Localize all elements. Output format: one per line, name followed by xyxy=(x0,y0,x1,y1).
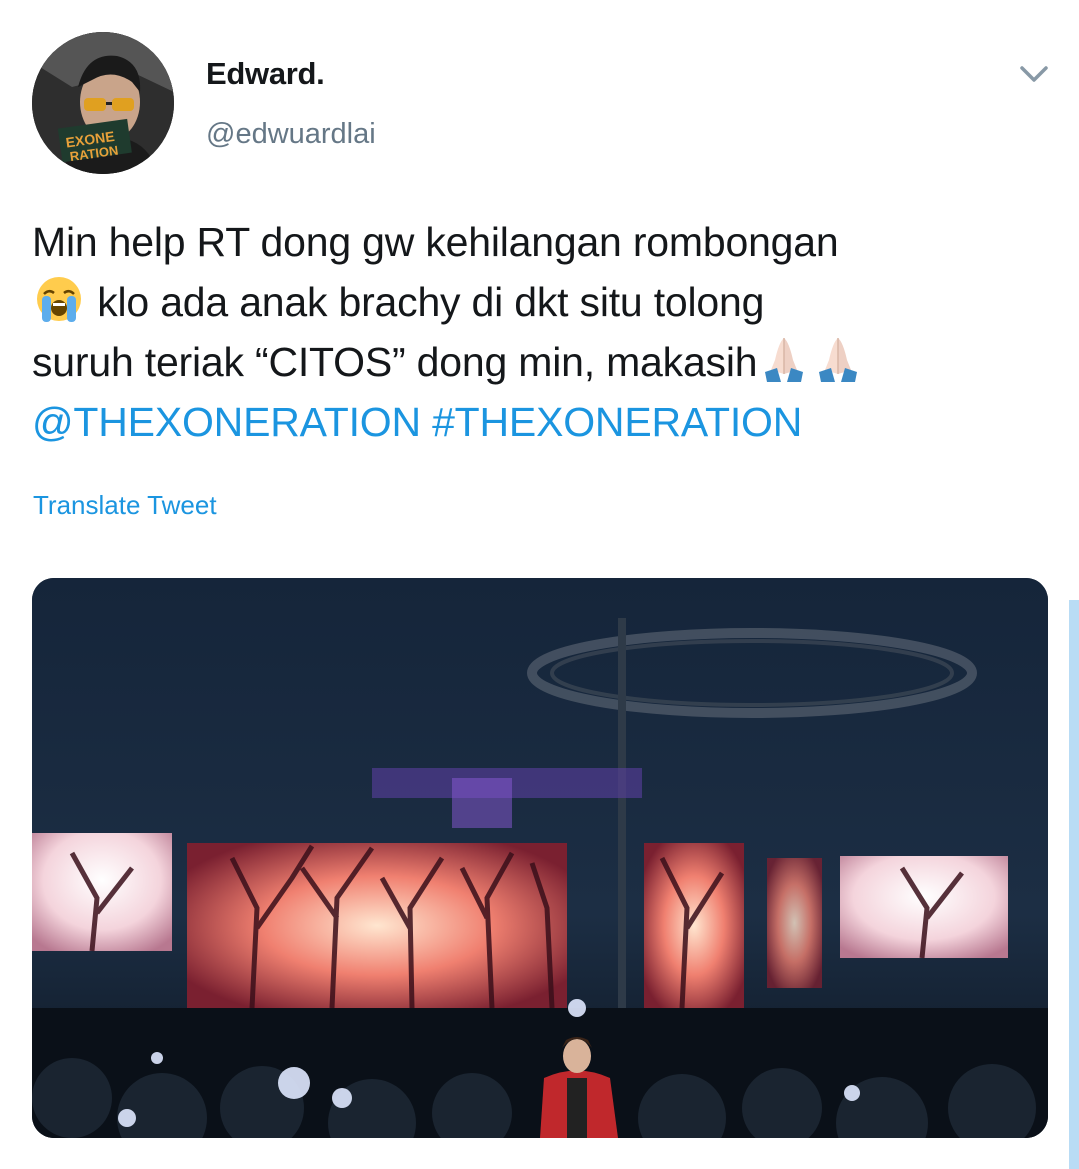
profile-photo-icon: EXONE RATION xyxy=(32,32,174,174)
concert-stage-photo-icon xyxy=(32,578,1048,1138)
author-display-name[interactable]: Edward. xyxy=(206,56,325,92)
avatar[interactable]: EXONE RATION xyxy=(32,32,174,174)
tweet-text-line-2: klo ada anak brachy di dkt situ tolong xyxy=(32,272,1032,332)
tweet-media-photo[interactable] xyxy=(32,578,1048,1138)
folded-hands-emoji-icon xyxy=(757,334,811,384)
tweet-text-line-3: suruh teriak “CITOS” dong min, makasih xyxy=(32,332,1032,392)
translate-tweet-link[interactable]: Translate Tweet xyxy=(33,490,217,521)
mention-link[interactable]: @THEXONERATION xyxy=(32,399,421,445)
tweet-text-line-1: Min help RT dong gw kehilangan rombongan xyxy=(32,219,839,265)
loudly-crying-face-emoji-icon xyxy=(32,274,86,324)
chevron-down-icon xyxy=(1020,66,1048,82)
author-handle[interactable]: @edwuardlai xyxy=(206,118,376,151)
folded-hands-emoji-icon xyxy=(811,334,865,384)
tweet-text-line-3-text: suruh teriak “CITOS” dong min, makasih xyxy=(32,339,758,385)
scroll-indicator xyxy=(1069,600,1079,1169)
tweet-text-line-2-text: klo ada anak brachy di dkt situ tolong xyxy=(86,279,765,325)
tweet-text: Min help RT dong gw kehilangan rombongan… xyxy=(32,212,1032,452)
tweet-text-line-4: @THEXONERATION #THEXONERATION xyxy=(32,392,1032,452)
tweet-menu-button[interactable] xyxy=(1014,56,1054,92)
hashtag-link[interactable]: #THEXONERATION xyxy=(432,399,802,445)
